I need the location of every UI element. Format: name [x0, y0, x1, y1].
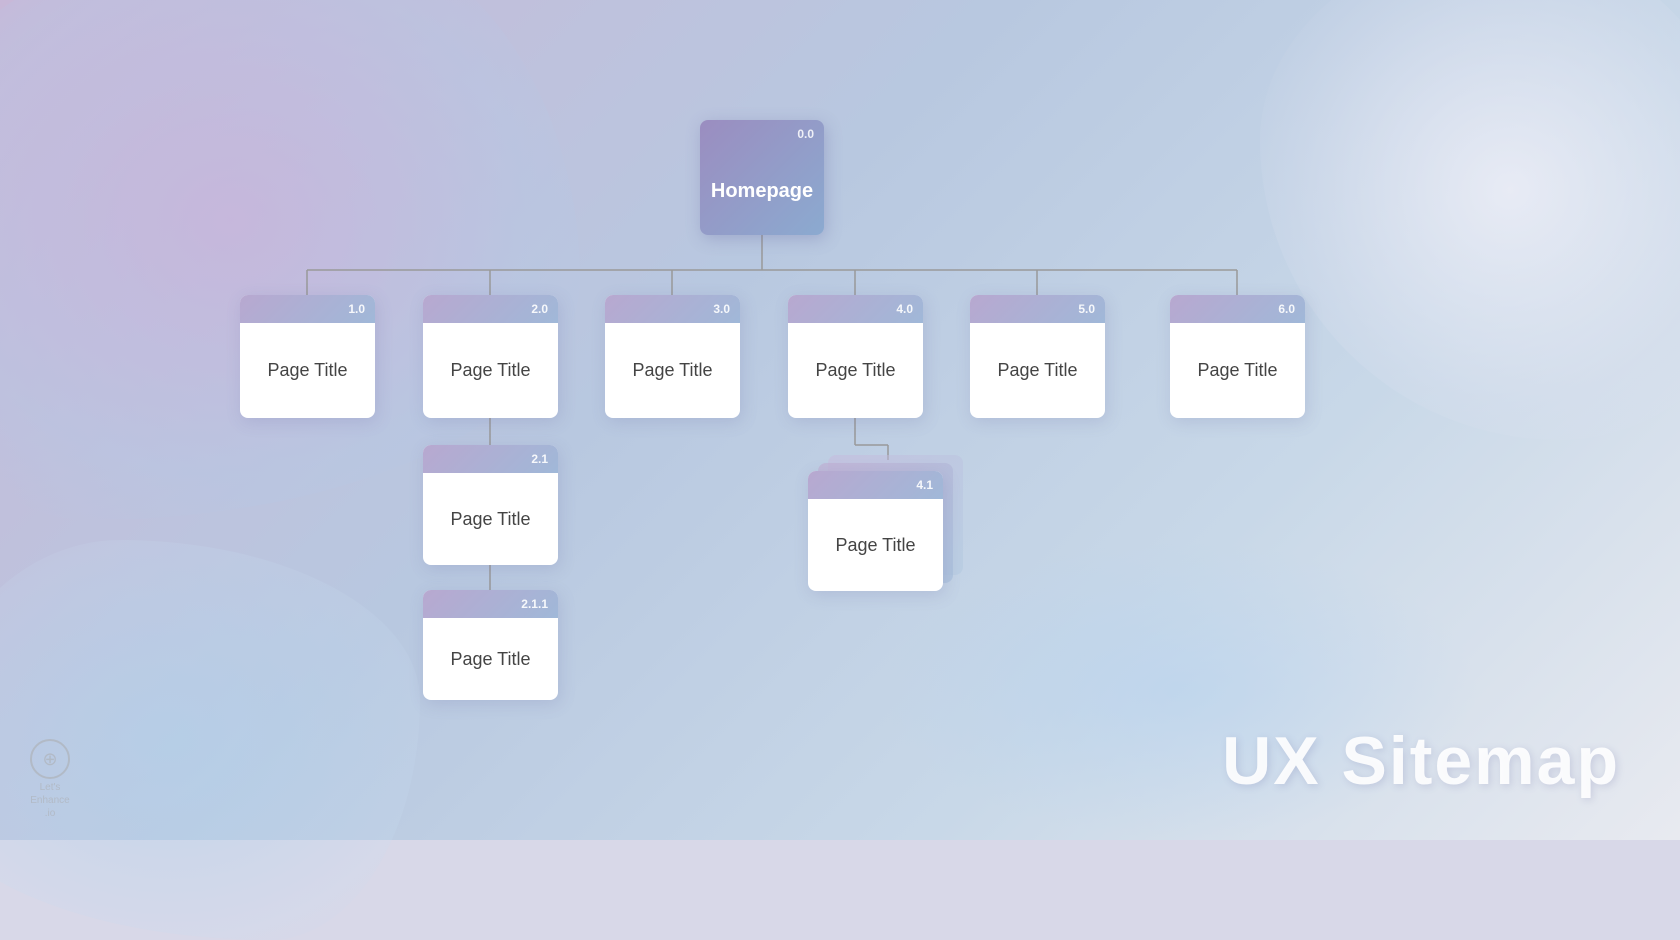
node-2-1-label: Page Title [423, 473, 558, 565]
node-6-0[interactable]: 6.0 Page Title [1170, 295, 1305, 418]
node-2-1[interactable]: 2.1 Page Title [423, 445, 558, 565]
node-homepage-id: 0.0 [700, 120, 824, 148]
sitemap-diagram: 0.0 Homepage 1.0 Page Title 2.0 Page Tit… [0, 0, 1680, 840]
node-2-1-1-id: 2.1.1 [423, 590, 558, 618]
node-4-0-label: Page Title [788, 323, 923, 418]
node-4-1[interactable]: 4.1 Page Title [808, 471, 943, 591]
node-2-0-id: 2.0 [423, 295, 558, 323]
node-4-0-id: 4.0 [788, 295, 923, 323]
connector-lines [0, 0, 1680, 840]
logo-text: Let'sEnhance.io [30, 781, 69, 820]
node-2-0-label: Page Title [423, 323, 558, 418]
page-main-title: UX Sitemap [1222, 722, 1620, 800]
node-5-0-id: 5.0 [970, 295, 1105, 323]
node-2-1-1[interactable]: 2.1.1 Page Title [423, 590, 558, 700]
node-1-0-label: Page Title [240, 323, 375, 418]
node-2-0[interactable]: 2.0 Page Title [423, 295, 558, 418]
logo: ⊕ Let'sEnhance.io [30, 739, 70, 820]
node-1-0-id: 1.0 [240, 295, 375, 323]
node-6-0-id: 6.0 [1170, 295, 1305, 323]
logo-icon: ⊕ [30, 739, 70, 779]
node-4-1-id: 4.1 [808, 471, 943, 499]
node-2-1-id: 2.1 [423, 445, 558, 473]
node-4-1-wrapper: 4.1 Page Title [808, 455, 963, 585]
node-5-0[interactable]: 5.0 Page Title [970, 295, 1105, 418]
node-5-0-label: Page Title [970, 323, 1105, 418]
node-homepage-label: Homepage [700, 148, 824, 235]
node-3-0-id: 3.0 [605, 295, 740, 323]
node-4-1-label: Page Title [808, 499, 943, 591]
node-1-0[interactable]: 1.0 Page Title [240, 295, 375, 418]
node-3-0-label: Page Title [605, 323, 740, 418]
node-6-0-label: Page Title [1170, 323, 1305, 418]
node-3-0[interactable]: 3.0 Page Title [605, 295, 740, 418]
node-homepage[interactable]: 0.0 Homepage [700, 120, 824, 235]
node-4-0[interactable]: 4.0 Page Title [788, 295, 923, 418]
node-2-1-1-label: Page Title [423, 618, 558, 700]
